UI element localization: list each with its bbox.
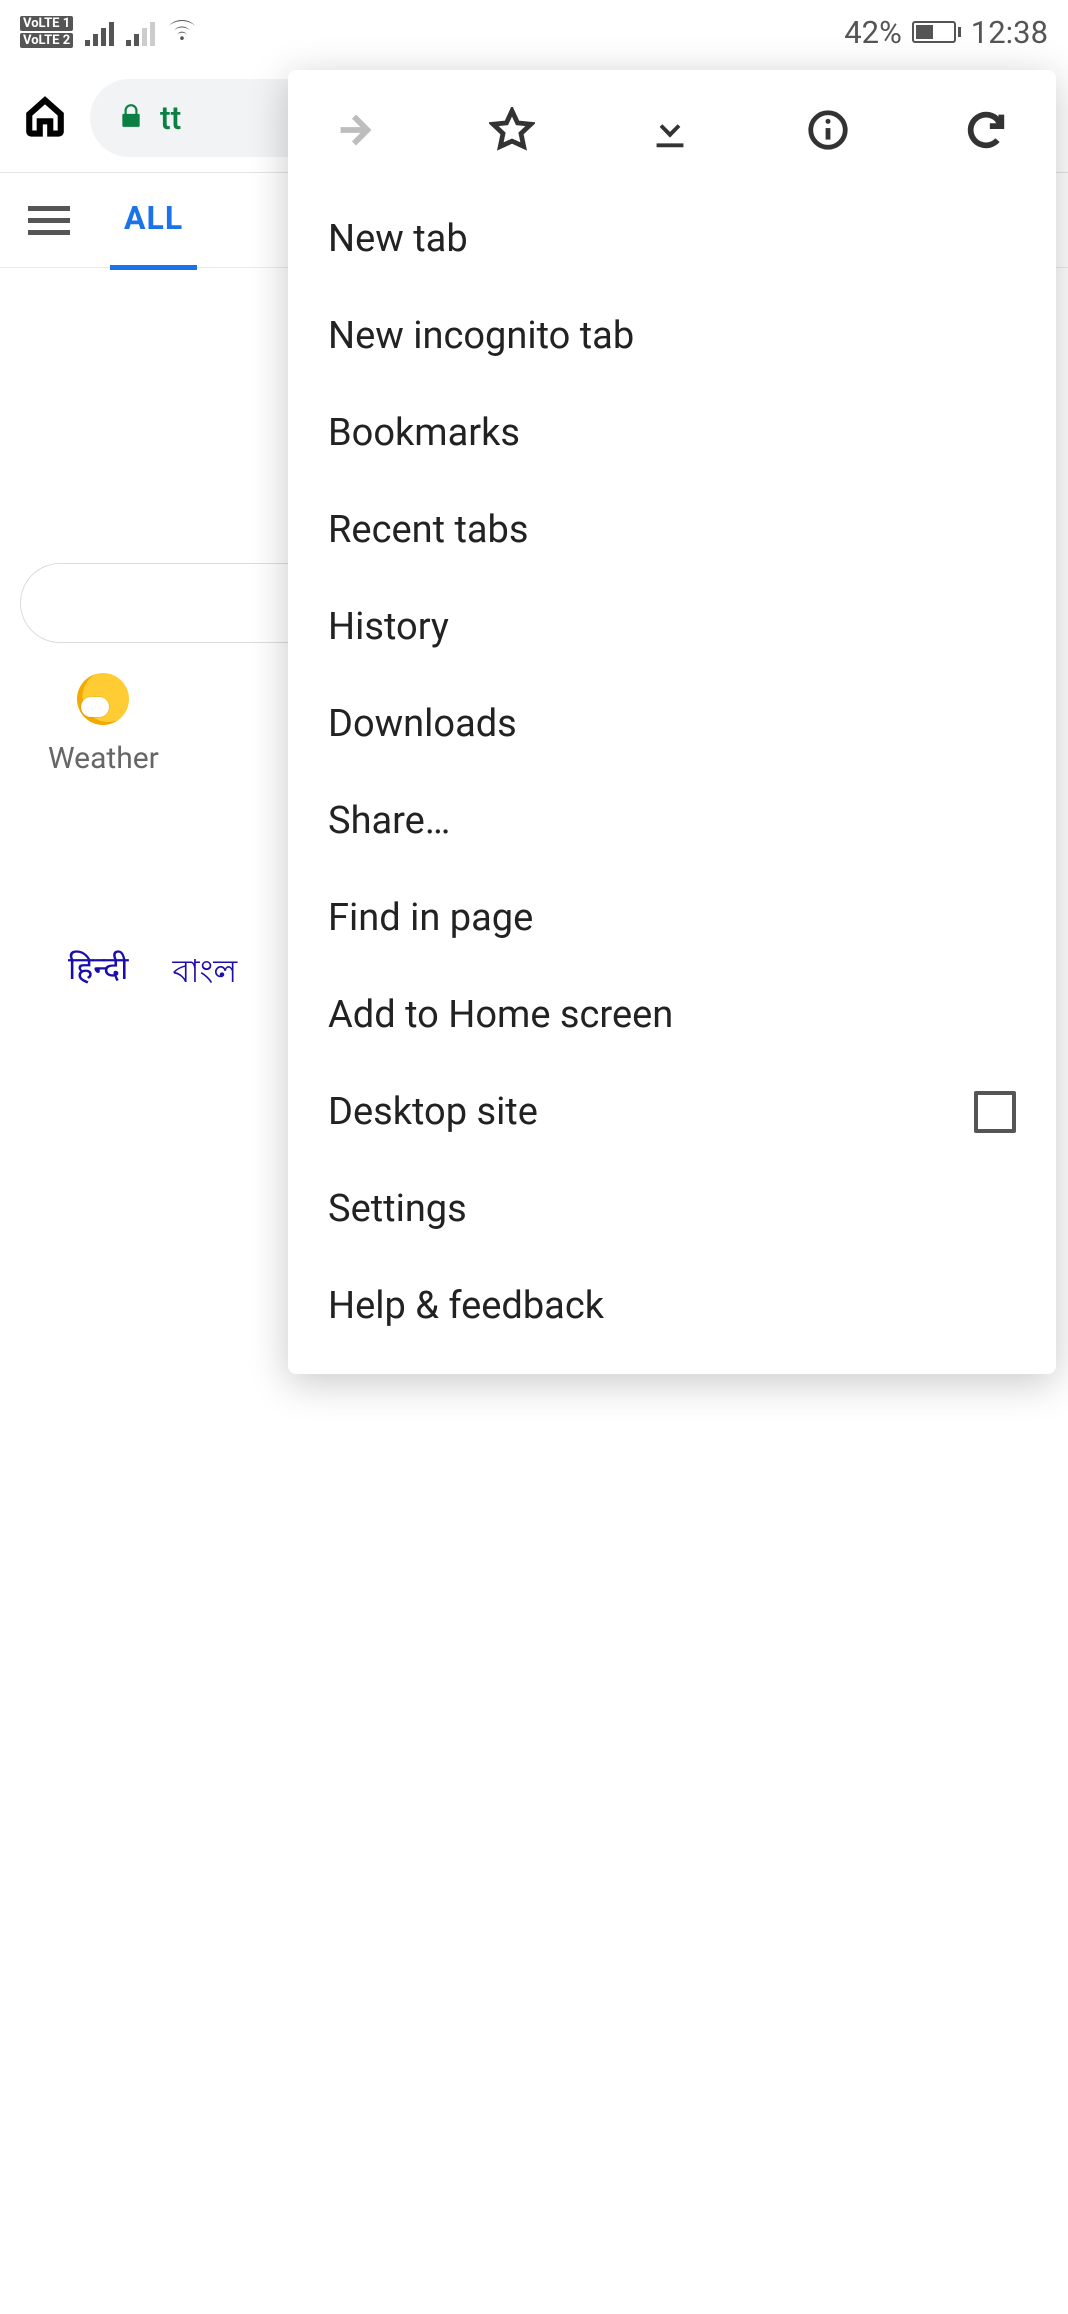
menu-downloads-label: Downloads xyxy=(328,702,517,746)
menu-bookmarks[interactable]: Bookmarks xyxy=(288,384,1056,481)
menu-add-to-home-label: Add to Home screen xyxy=(328,993,673,1037)
signal-sim1-icon xyxy=(85,18,114,46)
status-right: 42% 12:38 xyxy=(844,14,1048,51)
menu-help-feedback-label: Help & feedback xyxy=(328,1284,604,1328)
menu-find-in-page[interactable]: Find in page xyxy=(288,869,1056,966)
wifi-icon xyxy=(167,15,197,49)
menu-new-tab[interactable]: New tab xyxy=(288,190,1056,287)
battery-percent: 42% xyxy=(844,14,902,51)
menu-bookmarks-label: Bookmarks xyxy=(328,411,520,455)
menu-find-in-page-label: Find in page xyxy=(328,896,533,940)
lock-icon xyxy=(118,101,144,135)
menu-settings[interactable]: Settings xyxy=(288,1160,1056,1257)
menu-recent-tabs-label: Recent tabs xyxy=(328,508,529,552)
menu-desktop-site[interactable]: Desktop site xyxy=(288,1063,1056,1160)
signal-sim2-icon xyxy=(126,18,155,46)
crop-below xyxy=(0,1568,1068,2314)
menu-help-feedback[interactable]: Help & feedback xyxy=(288,1257,1056,1354)
status-left: VoLTE 1 VoLTE 2 xyxy=(20,15,197,49)
menu-new-incognito-label: New incognito tab xyxy=(328,314,634,358)
menu-settings-label: Settings xyxy=(328,1187,467,1231)
menu-add-to-home[interactable]: Add to Home screen xyxy=(288,966,1056,1063)
weather-widget[interactable]: Weather xyxy=(48,673,159,776)
weather-label: Weather xyxy=(48,741,159,776)
volte-badges: VoLTE 1 VoLTE 2 xyxy=(20,16,73,48)
menu-new-tab-label: New tab xyxy=(328,217,468,261)
clock-time: 12:38 xyxy=(971,14,1048,51)
menu-history-label: History xyxy=(328,605,449,649)
menu-recent-tabs[interactable]: Recent tabs xyxy=(288,481,1056,578)
page-info-button[interactable] xyxy=(798,100,858,160)
menu-icon-row xyxy=(288,70,1056,190)
tab-all[interactable]: ALL xyxy=(110,171,197,270)
language-link-bengali[interactable]: বাংল xyxy=(172,946,237,1000)
home-button[interactable] xyxy=(24,95,66,141)
menu-share[interactable]: Share… xyxy=(288,772,1056,869)
menu-history[interactable]: History xyxy=(288,578,1056,675)
menu-downloads[interactable]: Downloads xyxy=(288,675,1056,772)
desktop-site-checkbox[interactable] xyxy=(974,1091,1016,1133)
language-row: हिन्दी বাংল xyxy=(68,946,237,1000)
hamburger-icon[interactable] xyxy=(28,206,70,235)
download-button[interactable] xyxy=(640,100,700,160)
status-bar: VoLTE 1 VoLTE 2 42% 12:38 xyxy=(0,0,1068,64)
menu-new-incognito[interactable]: New incognito tab xyxy=(288,287,1056,384)
bookmark-star-button[interactable] xyxy=(482,100,542,160)
menu-share-label: Share… xyxy=(328,799,450,843)
language-link-hindi[interactable]: हिन्दी xyxy=(68,946,128,1000)
menu-desktop-site-label: Desktop site xyxy=(328,1090,538,1134)
volte1-badge: VoLTE 1 xyxy=(20,16,73,31)
refresh-button[interactable] xyxy=(956,100,1016,160)
battery-icon xyxy=(912,21,961,43)
chrome-overflow-menu: New tab New incognito tab Bookmarks Rece… xyxy=(288,70,1056,1374)
forward-button[interactable] xyxy=(324,100,384,160)
address-text: tt xyxy=(160,99,181,137)
volte2-badge: VoLTE 2 xyxy=(20,33,73,48)
weather-icon xyxy=(77,673,129,725)
